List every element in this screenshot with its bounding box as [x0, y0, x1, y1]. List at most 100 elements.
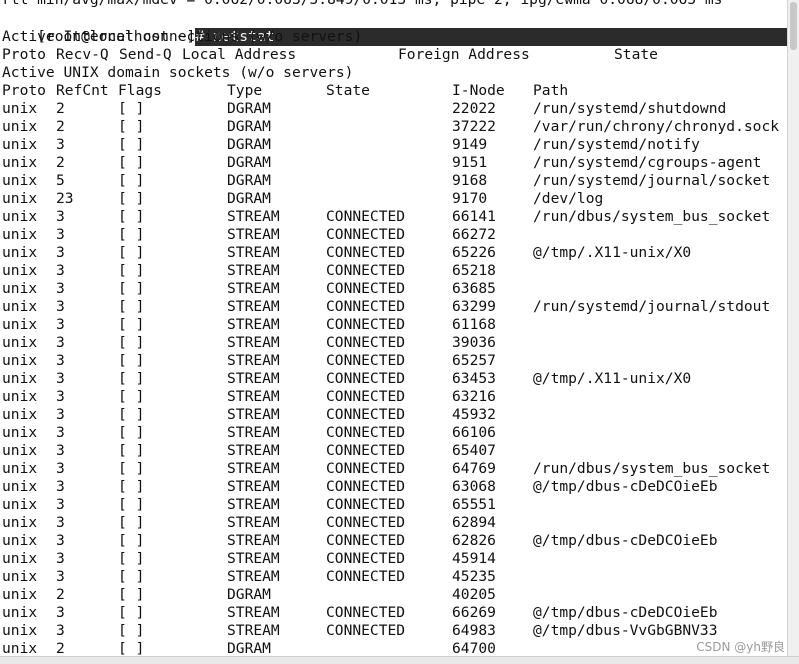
inode-cell: 45914: [452, 550, 496, 567]
inode-cell: 9168: [452, 172, 488, 189]
refcnt-cell: 3: [56, 424, 65, 441]
prompt-line[interactable]: [root@localhost ~]# netstat: [0, 10, 799, 46]
proto-cell: unix: [2, 100, 38, 117]
inode-cell: 45932: [452, 406, 496, 423]
type-cell: STREAM: [227, 262, 280, 279]
type-cell: STREAM: [227, 550, 280, 567]
type-cell: DGRAM: [227, 172, 271, 189]
proto-cell: unix: [2, 406, 38, 423]
path-cell: /run/systemd/journal/stdout: [533, 298, 771, 315]
flags-cell: [ ]: [118, 424, 145, 441]
inode-cell: 65407: [452, 442, 496, 459]
flags-cell: [ ]: [118, 514, 145, 531]
inode-cell: 63068: [452, 478, 496, 495]
refcnt-cell: 3: [56, 226, 65, 243]
proto-cell: unix: [2, 298, 38, 315]
table-row: unix 3 [ ] STREAM CONNECTED 63453 @/tmp/.X11-u…: [2, 370, 787, 388]
inode-cell: 65226: [452, 244, 496, 261]
terminal-window[interactable]: rtt min/avg/max/mdev = 0.062/0.063/5.849…: [0, 0, 799, 664]
proto-cell: unix: [2, 172, 38, 189]
path-cell: @/tmp/.X11-unix/X0: [533, 244, 692, 261]
inet-header-foreign: Foreign Address: [398, 46, 530, 63]
type-cell: DGRAM: [227, 190, 271, 207]
table-row: unix 3 [ ] STREAM CONNECTED 39036: [2, 334, 787, 352]
path-cell: @/tmp/dbus-cDeDCOieEb: [533, 478, 718, 495]
proto-cell: unix: [2, 586, 38, 603]
state-cell: CONNECTED: [326, 262, 406, 279]
type-cell: STREAM: [227, 226, 280, 243]
scrollbar-thumb[interactable]: [790, 2, 797, 50]
flags-cell: [ ]: [118, 154, 145, 171]
table-row: unix 3 [ ] STREAM CONNECTED 64983 @/tmp/dbus-V…: [2, 622, 787, 640]
inode-cell: 66106: [452, 424, 496, 441]
table-row: unix 3 [ ] STREAM CONNECTED 61168: [2, 316, 787, 334]
inode-cell: 9149: [452, 136, 488, 153]
refcnt-cell: 3: [56, 244, 65, 261]
unix-header-inode: I-Node: [452, 82, 505, 99]
horizontal-scrollbar[interactable]: [0, 656, 799, 664]
refcnt-cell: 3: [56, 316, 65, 333]
flags-cell: [ ]: [118, 244, 145, 261]
table-row: unix 3 [ ] STREAM CONNECTED 63299/run/systemd…: [2, 298, 787, 316]
state-cell: CONNECTED: [326, 460, 406, 477]
table-row: unix 3 [ ] STREAM CONNECTED 64769/run/dbus/sy…: [2, 460, 787, 478]
unix-header-state: State: [326, 82, 370, 99]
inode-cell: 9151: [452, 154, 488, 171]
refcnt-cell: 3: [56, 568, 65, 585]
path-cell: /run/systemd/cgroups-agent: [533, 154, 762, 171]
type-cell: STREAM: [227, 478, 280, 495]
state-cell: CONNECTED: [326, 388, 406, 405]
table-row: unix 2 [ ] DGRAM 37222/var/run/chrony/chrony…: [2, 118, 787, 136]
proto-cell: unix: [2, 262, 38, 279]
table-row: unix 3 [ ] STREAM CONNECTED 66106: [2, 424, 787, 442]
proto-cell: unix: [2, 226, 38, 243]
table-row: unix 3 [ ] STREAM CONNECTED 63068 @/tmp/dbus-c…: [2, 478, 787, 496]
proto-cell: unix: [2, 154, 38, 171]
type-cell: DGRAM: [227, 118, 271, 135]
inode-cell: 65218: [452, 262, 496, 279]
proto-cell: unix: [2, 244, 38, 261]
refcnt-cell: 3: [56, 532, 65, 549]
inode-cell: 66141: [452, 208, 496, 225]
proto-cell: unix: [2, 604, 38, 621]
refcnt-cell: 23: [56, 190, 74, 207]
inode-cell: 45235: [452, 568, 496, 585]
state-cell: CONNECTED: [326, 244, 406, 261]
flags-cell: [ ]: [118, 406, 145, 423]
table-row: unix 2 [ ] DGRAM 9151/run/systemd/cgroups-ag…: [2, 154, 787, 172]
state-cell: CONNECTED: [326, 622, 406, 639]
state-cell: CONNECTED: [326, 280, 406, 297]
flags-cell: [ ]: [118, 100, 145, 117]
inet-header-state: State: [614, 46, 658, 63]
type-cell: STREAM: [227, 568, 280, 585]
table-row: unix 3 [ ] DGRAM 9149/run/systemd/notify: [2, 136, 787, 154]
inode-cell: 62894: [452, 514, 496, 531]
table-row: unix 3 [ ] STREAM CONNECTED 63685: [2, 280, 787, 298]
inode-cell: 63685: [452, 280, 496, 297]
type-cell: DGRAM: [227, 100, 271, 117]
path-cell: /var/run/chrony/chronyd.sock: [533, 118, 780, 135]
table-row: unix 3 [ ] STREAM CONNECTED 45932: [2, 406, 787, 424]
unix-header-type: Type: [227, 82, 263, 99]
flags-cell: [ ]: [118, 118, 145, 135]
inode-cell: 22022: [452, 100, 496, 117]
inode-cell: 62826: [452, 532, 496, 549]
inet-header-local: Local Address: [182, 46, 297, 63]
refcnt-cell: 3: [56, 496, 65, 513]
vertical-scrollbar[interactable]: [787, 0, 799, 664]
table-row: unix 3 [ ] STREAM CONNECTED 65257: [2, 352, 787, 370]
refcnt-cell: 2: [56, 100, 65, 117]
type-cell: STREAM: [227, 208, 280, 225]
state-cell: CONNECTED: [326, 604, 406, 621]
refcnt-cell: 2: [56, 154, 65, 171]
flags-cell: [ ]: [118, 316, 145, 333]
unix-section-title: Active UNIX domain sockets (w/o servers): [2, 64, 354, 81]
inet-header-row: Proto Recv-Q Send-Q Local Address Foreig…: [2, 46, 782, 64]
flags-cell: [ ]: [118, 172, 145, 189]
refcnt-cell: 3: [56, 352, 65, 369]
type-cell: STREAM: [227, 370, 280, 387]
refcnt-cell: 5: [56, 172, 65, 189]
unix-header-refcnt: RefCnt: [56, 82, 109, 99]
inet-header-sendq: Send-Q: [119, 46, 172, 63]
refcnt-cell: 3: [56, 208, 65, 225]
